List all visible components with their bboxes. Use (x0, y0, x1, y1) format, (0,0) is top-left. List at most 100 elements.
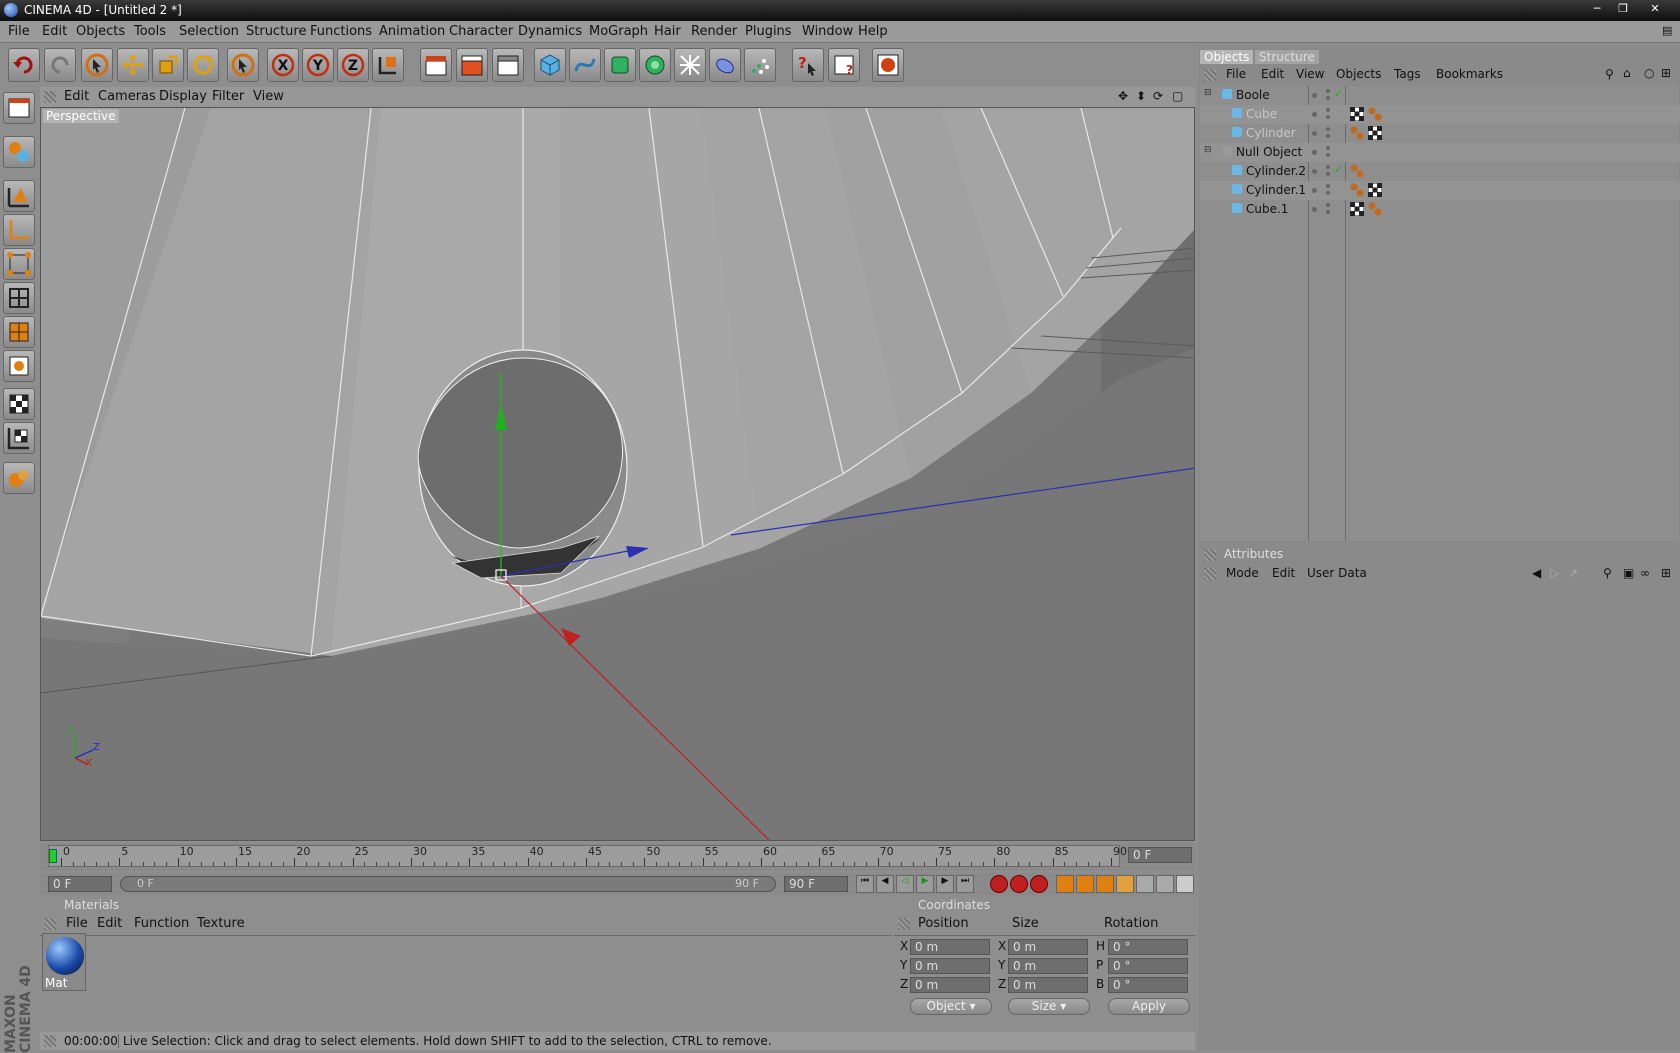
materials-menu-file[interactable]: File (66, 916, 88, 931)
forward-arrow-icon[interactable]: ▷ (1550, 566, 1559, 580)
size-z-field[interactable]: 0 m (1008, 977, 1088, 993)
phong-tag-icon[interactable] (1350, 126, 1364, 143)
scale-key-icon[interactable] (1076, 875, 1094, 893)
object-axis-button[interactable] (3, 214, 35, 246)
tab-structure[interactable]: Structure (1255, 50, 1319, 64)
editor-visibility-dot[interactable] (1312, 150, 1317, 155)
add-cube-button[interactable] (534, 48, 566, 82)
checker-tag-icon[interactable] (1367, 182, 1383, 200)
menu-mograph[interactable]: MoGraph (589, 24, 648, 39)
attr-menu-edit[interactable]: Edit (1272, 566, 1295, 580)
rotation-key-icon[interactable] (1096, 875, 1114, 893)
position-key-icon[interactable] (1056, 875, 1074, 893)
next-frame-icon[interactable]: ▶ (936, 875, 954, 893)
undo-button[interactable] (8, 48, 40, 82)
materials-menu-texture[interactable]: Texture (197, 916, 245, 931)
panel-grip-icon[interactable] (44, 91, 56, 103)
polygons-mode-button[interactable] (3, 316, 35, 348)
scale-tool-button[interactable] (152, 48, 184, 82)
viewport-menu-display[interactable]: Display (159, 89, 207, 104)
object-row[interactable]: ⊟ Boole ✓ (1200, 86, 1680, 105)
checker-tag-icon[interactable] (1349, 201, 1365, 219)
object-name[interactable]: Cylinder.2 (1246, 164, 1306, 178)
object-row[interactable]: Cylinder (1200, 124, 1680, 143)
render-visibility-dot[interactable] (1326, 203, 1330, 207)
rotation-h-field[interactable]: 0 ° (1108, 939, 1188, 955)
uv-mode-button[interactable] (3, 350, 35, 382)
timeline-icon[interactable] (1176, 875, 1194, 893)
zoom-view-icon[interactable]: ⬍ (1136, 89, 1146, 103)
menu-selection[interactable]: Selection (179, 24, 239, 39)
rotation-p-field[interactable]: 0 ° (1108, 958, 1188, 974)
object-name[interactable]: Cylinder (1246, 126, 1296, 140)
position-y-field[interactable]: 0 m (910, 958, 990, 974)
render-visibility-dot[interactable] (1326, 89, 1330, 93)
object-list[interactable]: ⊟ Boole ✓ Cube Cylinder ⊟ Null Object Cylinder.… (1200, 86, 1680, 541)
new-manager-icon[interactable]: ⊞ (1661, 66, 1671, 80)
expand-icon[interactable]: ⊟ (1204, 88, 1212, 98)
editor-visibility-dot[interactable] (1312, 169, 1317, 174)
menu-plugins[interactable]: Plugins (745, 24, 792, 39)
timeline-ruler[interactable]: 0 5 10 15 20 25 30 35 40 45 50 55 60 65 70 75 80 85 90 (48, 845, 1127, 867)
render-visibility-dot[interactable] (1326, 96, 1330, 100)
om-menu-bookmarks[interactable]: Bookmarks (1436, 67, 1503, 81)
search-icon[interactable]: ⚲ (1603, 566, 1612, 580)
lock-icon[interactable]: ▣ (1623, 566, 1634, 580)
phong-tag-icon[interactable] (1368, 107, 1382, 124)
menu-functions[interactable]: Functions (310, 24, 372, 39)
checker-tag-icon[interactable] (1349, 106, 1365, 124)
om-menu-tags[interactable]: Tags (1394, 67, 1421, 81)
materials-menu-function[interactable]: Function (134, 916, 189, 931)
render-visibility-dot[interactable] (1326, 134, 1330, 138)
move-tool-button[interactable] (117, 48, 149, 82)
maximize-icon[interactable]: ❐ (1612, 1, 1634, 17)
editor-visibility-dot[interactable] (1312, 131, 1317, 136)
object-row[interactable]: Cube.1 (1200, 200, 1680, 219)
render-visibility-dot[interactable] (1326, 210, 1330, 214)
rotation-b-field[interactable]: 0 ° (1108, 977, 1188, 993)
object-row[interactable]: ⊟ Null Object (1200, 143, 1680, 162)
animation-mode-button[interactable] (3, 462, 35, 494)
rotate-tool-button[interactable] (187, 48, 219, 82)
menu-animation[interactable]: Animation (379, 24, 445, 39)
editor-visibility-dot[interactable] (1312, 93, 1317, 98)
timeline[interactable]: 0 5 10 15 20 25 30 35 40 45 50 55 60 65 70 75 80 85 90 0 F (40, 843, 1195, 871)
editor-visibility-dot[interactable] (1312, 188, 1317, 193)
redo-button[interactable] (44, 48, 76, 82)
min-frame-field[interactable]: 0 F (48, 876, 112, 892)
close-icon[interactable]: ✕ (1644, 1, 1666, 17)
settings-icon[interactable]: ∞ (1640, 566, 1650, 580)
phong-tag-icon[interactable] (1350, 183, 1364, 200)
tab-objects[interactable]: Objects (1200, 50, 1254, 64)
material-swatch[interactable]: Mat (42, 933, 86, 991)
play-forward-icon[interactable]: ▶ (916, 875, 934, 893)
panel-grip-icon[interactable] (1204, 549, 1216, 561)
render-picture-viewer-button[interactable] (456, 48, 488, 82)
model-mode-button[interactable] (3, 180, 35, 212)
add-nurbs-button[interactable] (604, 48, 636, 82)
object-name[interactable]: Boole (1236, 88, 1270, 102)
coordinate-mode-select[interactable]: Object ▾ (910, 998, 992, 1015)
menu-character[interactable]: Character (449, 24, 513, 39)
frame-range-slider[interactable]: 0 F 90 F (120, 876, 776, 892)
render-settings-button[interactable] (492, 48, 524, 82)
menu-window[interactable]: Window (802, 24, 853, 39)
object-name[interactable]: Cylinder.1 (1246, 183, 1306, 197)
menu-dynamics[interactable]: Dynamics (518, 24, 582, 39)
viewport-menu-cameras[interactable]: Cameras (98, 89, 156, 104)
object-name[interactable]: Null Object (1236, 145, 1302, 159)
apply-button[interactable]: Apply (1108, 998, 1190, 1015)
add-scene-button[interactable] (709, 48, 741, 82)
menu-render[interactable]: Render (691, 24, 737, 39)
selection-tool-button[interactable] (227, 48, 259, 82)
points-mode-button[interactable] (3, 248, 35, 280)
menu-objects[interactable]: Objects (76, 24, 125, 39)
maximize-view-icon[interactable]: ▢ (1172, 89, 1183, 103)
goto-end-icon[interactable]: ⏭ (956, 875, 974, 893)
render-visibility-dot[interactable] (1326, 127, 1330, 131)
render-visibility-dot[interactable] (1326, 165, 1330, 169)
menu-tools[interactable]: Tools (134, 24, 166, 39)
position-z-field[interactable]: 0 m (910, 977, 990, 993)
om-menu-file[interactable]: File (1226, 67, 1246, 81)
enabled-check-icon[interactable]: ✓ (1334, 87, 1343, 100)
